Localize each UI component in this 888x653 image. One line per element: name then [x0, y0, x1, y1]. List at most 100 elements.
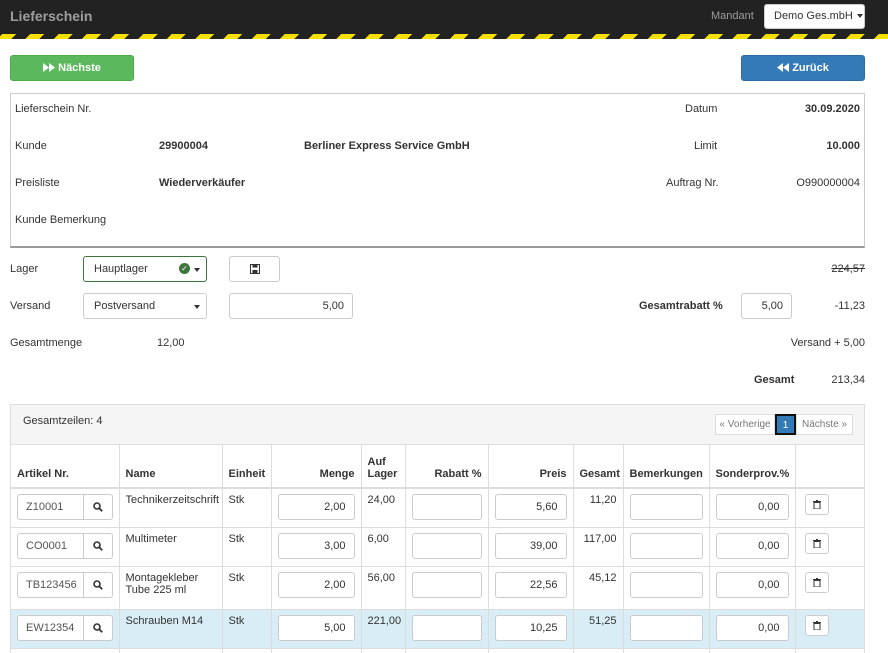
preis-input[interactable]: 10,25	[494, 614, 567, 641]
fast-backward-icon	[777, 63, 790, 72]
mandant-dropdown[interactable]: Demo Ges.mbH	[764, 4, 865, 29]
lager-value: Hauptlager	[94, 263, 148, 275]
gesamtrabatt-input[interactable]: 5,00	[741, 293, 792, 319]
bemerkung-cell	[622, 527, 709, 567]
trash-icon	[812, 538, 821, 548]
einheit-cell: Stk	[221, 488, 271, 528]
versand-total: Versand + 5,00	[790, 337, 865, 349]
pagination-next[interactable]: Nächste »	[796, 414, 853, 435]
delete-button[interactable]	[804, 494, 829, 515]
lager-cell: 24,00	[360, 488, 405, 528]
caret-down-icon	[856, 14, 863, 19]
lieferschein-label: Lieferschein Nr.	[15, 103, 92, 115]
einheit-cell: Stk	[221, 527, 271, 567]
artikel-input[interactable]: TB123456	[17, 571, 84, 598]
limit-label: Limit	[694, 140, 718, 152]
fast-forward-icon	[43, 63, 56, 72]
col-artikel: Artikel Nr.	[11, 445, 119, 489]
items-panel: Gesamtzeilen: 4 « Vorherige 1 Nächste » …	[10, 404, 865, 653]
limit-value: 10.000	[826, 140, 860, 152]
search-icon	[92, 622, 103, 633]
sonderprov-cell: 0,00	[708, 527, 795, 567]
menge-input[interactable]: 2,00	[277, 571, 355, 598]
lager-label: Lager	[10, 263, 39, 275]
datum-label: Datum	[685, 103, 718, 115]
versand-cost-input[interactable]: 5,00	[229, 293, 353, 319]
back-button[interactable]: Zurück	[741, 55, 865, 81]
delete-button[interactable]	[804, 614, 829, 636]
lager-cell: 6,00	[360, 527, 405, 567]
preis-cell: 39,00	[487, 527, 573, 567]
bemerkung-input[interactable]	[629, 571, 703, 598]
rabatt-input[interactable]	[411, 494, 482, 520]
gesamt-value: 213,34	[831, 374, 865, 386]
search-button[interactable]	[83, 614, 113, 641]
save-button[interactable]	[229, 256, 280, 282]
sonderprov-input[interactable]: 0,00	[715, 494, 789, 520]
gesamt-cell: 45,12	[572, 566, 623, 610]
rabatt-cell	[404, 609, 488, 649]
kunde-name: Berliner Express Service GmbH	[304, 140, 470, 152]
next-button-label: Nächste	[58, 62, 101, 74]
bemerkung-input[interactable]	[629, 494, 703, 520]
search-button[interactable]	[83, 571, 113, 598]
table-row: Z10001 Technikerzeitschrift Stk 2,00 24,…	[11, 488, 864, 528]
artikel-input[interactable]: EW12354	[17, 614, 84, 641]
menge-cell: 5,00	[270, 609, 361, 649]
pagination-page-1[interactable]: 1	[775, 414, 796, 435]
delete-button[interactable]	[804, 532, 829, 554]
rabatt-input[interactable]	[411, 614, 482, 641]
sonderprov-input[interactable]: 0,00	[715, 614, 789, 641]
next-button[interactable]: Nächste	[10, 55, 134, 81]
auftrag-value: O990000004	[796, 177, 860, 189]
preis-input[interactable]: 22,56	[494, 571, 567, 598]
lager-select[interactable]: Hauptlager ✓	[83, 256, 207, 282]
actions-cell	[794, 566, 864, 610]
menge-cell: 2,00	[270, 566, 361, 610]
caret-down-icon	[194, 268, 200, 272]
caret-down-icon	[194, 305, 200, 309]
col-menge: Menge	[270, 445, 361, 489]
gesamt-label: Gesamt	[754, 374, 795, 386]
menge-input[interactable]: 2,00	[277, 494, 355, 520]
preis-input[interactable]: 39,00	[494, 532, 567, 559]
datum-value: 30.09.2020	[804, 103, 860, 115]
preis-input[interactable]: 5,60	[494, 494, 567, 520]
kunde-label: Kunde	[15, 140, 47, 152]
items-table-body: Z10001 Technikerzeitschrift Stk 2,00 24,…	[11, 488, 864, 653]
delete-button[interactable]	[804, 571, 829, 593]
artikel-input[interactable]: CO0001	[17, 532, 84, 559]
sonderprov-cell: 0,00	[708, 609, 795, 649]
artikel-input[interactable]: Z10001	[17, 494, 84, 520]
preis-cell: 10,25	[487, 609, 573, 649]
auftrag-label: Auftrag Nr.	[666, 177, 719, 189]
artikel-cell: CO0001	[11, 527, 119, 567]
gesamtmenge-value: 12,00	[157, 337, 185, 349]
mandant-label: Mandant	[711, 10, 754, 22]
rabatt-input[interactable]	[411, 532, 482, 559]
name-cell: Multimeter	[118, 527, 222, 567]
items-table: Artikel Nr. Name Einheit Menge Auf Lager …	[11, 445, 864, 653]
einheit-cell: Stk	[221, 609, 271, 649]
rabatt-cell	[404, 566, 488, 610]
rabatt-input[interactable]	[411, 571, 482, 598]
actions-cell	[794, 488, 864, 528]
sonderprov-input[interactable]: 0,00	[715, 532, 789, 559]
name-cell: Montagekleber Tube 225 ml	[118, 566, 222, 610]
menge-input[interactable]: 5,00	[277, 614, 355, 641]
pagination-prev[interactable]: « Vorherige	[715, 414, 775, 435]
menge-input[interactable]: 3,00	[277, 532, 355, 559]
menge-cell: 3,00	[270, 527, 361, 567]
bemerkung-input[interactable]	[629, 614, 703, 641]
bemerkung-input[interactable]	[629, 532, 703, 559]
back-button-label: Zurück	[792, 62, 829, 74]
sonderprov-input[interactable]: 0,00	[715, 571, 789, 598]
table-row: CO0001 Multimeter Stk 3,00 6,00 39,00 11…	[11, 527, 864, 567]
bemerkung-cell	[622, 609, 709, 649]
search-icon	[92, 540, 103, 551]
search-button[interactable]	[83, 494, 113, 520]
col-lager: Lager	[367, 468, 398, 480]
versand-select[interactable]: Postversand	[83, 293, 207, 319]
versand-value: Postversand	[94, 300, 156, 312]
search-button[interactable]	[83, 532, 113, 559]
